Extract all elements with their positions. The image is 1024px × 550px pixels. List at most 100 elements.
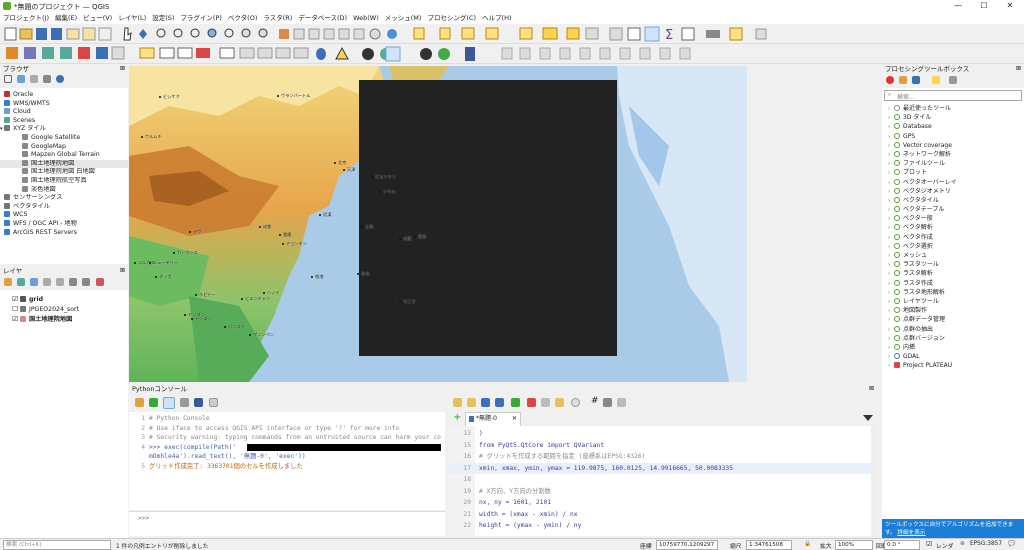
crs-value[interactable]: EPSG:3857 <box>970 541 1002 547</box>
panel-close-icon[interactable]: ⊠ <box>120 65 125 72</box>
menu-processing[interactable]: プロセシング(C) <box>424 12 479 24</box>
menu-layer[interactable]: レイヤ(L) <box>115 12 149 24</box>
settings-icon[interactable] <box>949 76 957 84</box>
magnifier-field[interactable]: 100% <box>835 540 873 550</box>
history-icon[interactable] <box>912 76 920 84</box>
processing-item[interactable]: › ベクタオーバーレイ <box>882 178 1024 187</box>
processing-item[interactable]: › 点群データ管理 <box>882 315 1024 324</box>
browser-item[interactable]: WMS/WMTS <box>0 99 128 109</box>
selection-toolbar[interactable] <box>413 27 599 40</box>
browser-item[interactable]: 国土地理院航空写真 <box>0 176 128 186</box>
comment-icon[interactable]: # <box>591 396 599 406</box>
menu-edit[interactable]: 編集(E) <box>52 12 80 24</box>
new-tab-icon[interactable]: + <box>453 413 461 423</box>
processing-item[interactable]: › ベクタ作成 <box>882 233 1024 242</box>
layer-item[interactable]: ☑ 国土地理院地図 <box>0 314 128 324</box>
clear-console-icon[interactable] <box>135 398 144 407</box>
render-checkbox[interactable]: ☑ <box>926 540 932 548</box>
panel-close-icon[interactable]: ⊠ <box>1016 65 1021 72</box>
crs-icon[interactable]: ⊕ <box>960 541 965 547</box>
layer-item[interactable]: ☑ grid <box>0 294 128 304</box>
editor-tab[interactable]: *無題-0 ✕ <box>465 412 521 426</box>
collapse-icon[interactable] <box>43 75 51 83</box>
processing-item[interactable]: › レイヤツール <box>882 297 1024 306</box>
browser-item[interactable]: Cloud <box>0 108 128 117</box>
processing-item[interactable]: › Vector coverage <box>882 141 1024 150</box>
processing-item[interactable]: › ラスタ地形解析 <box>882 288 1024 297</box>
data-source-toolbar[interactable] <box>6 46 125 60</box>
browser-item[interactable]: 国土地理院地図 白地図 <box>0 168 128 177</box>
file-toolbar[interactable] <box>4 27 112 41</box>
processing-item[interactable]: › GDAL <box>882 352 1024 361</box>
editor-scrollbar[interactable] <box>871 426 877 536</box>
help-icon[interactable] <box>194 398 203 407</box>
processing-item[interactable]: › ベクタ一般 <box>882 214 1024 223</box>
refresh-icon[interactable] <box>17 75 25 83</box>
expression-filter-icon[interactable] <box>56 278 64 286</box>
models-icon[interactable] <box>886 76 894 84</box>
show-editor-icon[interactable] <box>163 397 175 409</box>
expand-arrow-icon[interactable]: ▾ <box>0 125 3 134</box>
processing-item[interactable]: › ベクタテーブル <box>882 205 1024 214</box>
processing-item[interactable]: › メッシュ <box>882 251 1024 260</box>
plugins-toolbar[interactable] <box>316 46 475 62</box>
close-tab-icon[interactable]: ✕ <box>512 413 517 425</box>
browser-item[interactable]: GoogleMap <box>0 142 128 152</box>
browser-item[interactable]: WFS / OGC API - 地物 <box>0 219 128 229</box>
processing-notice-link[interactable]: 詳細を表示 <box>897 530 925 536</box>
browser-item[interactable]: Google Satellite <box>0 133 128 143</box>
layer-visibility-checkbox[interactable]: ☑ <box>12 294 20 304</box>
menu-settings[interactable]: 設定(S) <box>149 12 177 24</box>
add-group-icon[interactable] <box>17 278 25 286</box>
navigation-toolbar[interactable] <box>123 27 397 41</box>
run-command-icon[interactable] <box>149 398 158 407</box>
tools-icon[interactable] <box>603 398 612 407</box>
maximize-button[interactable]: ☐ <box>972 0 996 12</box>
processing-item[interactable]: › 3D タイル <box>882 113 1024 122</box>
browser-item[interactable]: ベクタタイル <box>0 202 128 212</box>
style-icon[interactable] <box>4 278 12 286</box>
processing-item[interactable]: › Database <box>882 122 1024 131</box>
locator-search[interactable]: 検索 (Ctrl+K) <box>3 540 111 550</box>
layer-visibility-checkbox[interactable]: ☑ <box>12 314 20 324</box>
rotation-field[interactable]: 0.0 ° <box>884 540 920 550</box>
menu-view[interactable]: ビュー(V) <box>80 12 115 24</box>
code-editor[interactable]: 13) 15 from PyQt5.QtCore import QVariant 16… <box>449 426 877 536</box>
processing-item[interactable]: › ネットワーク解析 <box>882 150 1024 159</box>
menu-project[interactable]: プロジェクト(J) <box>0 12 52 24</box>
open-in-editor-icon[interactable] <box>467 398 476 407</box>
find-icon[interactable] <box>571 398 580 407</box>
browser-item[interactable]: ArcGIS REST Servers <box>0 228 128 238</box>
console-output[interactable]: 1 # Python Console 2 # Use iface to access … <box>129 412 445 510</box>
panel-close-icon[interactable]: ⊠ <box>120 267 125 274</box>
scale-field[interactable]: 1:34761508 <box>746 540 792 550</box>
coordinate-field[interactable]: 10759770,1209297 <box>656 540 718 550</box>
processing-item[interactable]: › 内挿 <box>882 343 1024 352</box>
save-as-icon[interactable] <box>495 398 504 407</box>
results-icon[interactable] <box>932 76 940 84</box>
processing-item[interactable]: › 地図製作 <box>882 306 1024 315</box>
run-script-icon[interactable] <box>511 398 520 407</box>
copy-icon[interactable] <box>541 398 550 407</box>
processing-item[interactable]: › ベクタタイル <box>882 196 1024 205</box>
pyqgis-api-icon[interactable] <box>209 398 218 407</box>
processing-search-input[interactable]: ⌕ 検索... <box>884 90 1022 101</box>
expand-all-icon[interactable] <box>69 278 77 286</box>
processing-item[interactable]: › プロット <box>882 168 1024 177</box>
map-canvas[interactable]: ウランバートル 北京 天津 ソウル ピョンヤン 東京 大阪 上海 武漢 重慶 成都 チョンチン 香港 台北… <box>129 66 747 382</box>
menu-plugins[interactable]: プラグイン(P) <box>177 12 225 24</box>
menu-database[interactable]: データベース(D) <box>295 12 350 24</box>
options-icon[interactable] <box>180 398 189 407</box>
processing-item[interactable]: › ベクタ解析 <box>882 223 1024 232</box>
processing-item[interactable]: › Project PLATEAU <box>882 361 1024 370</box>
filter-icon[interactable] <box>43 278 51 286</box>
browser-item[interactable]: 淡色地図 <box>0 185 128 195</box>
processing-item[interactable]: › ラスタ作成 <box>882 279 1024 288</box>
browser-item[interactable]: ▾ XYZ タイル <box>0 125 128 134</box>
menu-mesh[interactable]: メッシュ(M) <box>382 12 425 24</box>
remove-layer-icon[interactable] <box>96 278 104 286</box>
menu-raster[interactable]: ラスタ(R) <box>260 12 295 24</box>
layer-visibility-checkbox[interactable]: ☐ <box>12 304 20 314</box>
browser-item[interactable]: 国土地理院地図 <box>0 159 128 169</box>
info-icon[interactable] <box>56 75 64 83</box>
